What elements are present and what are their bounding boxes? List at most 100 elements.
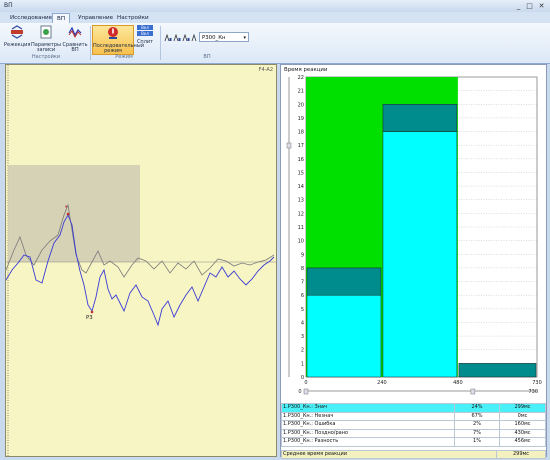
result-time: 160мс xyxy=(499,420,546,430)
y-tick-label: 11 xyxy=(298,225,304,231)
group-settings-label: Настройки xyxy=(31,54,61,60)
reaction-histogram[interactable]: 0123456789101112131415161718192021220 240… xyxy=(281,73,546,403)
result-name: 1.P300_Кн.: Знач xyxy=(281,403,455,413)
split-icon-top: Вкл xyxy=(137,25,153,30)
y-tick-label: 15 xyxy=(298,170,304,176)
peak-marker-top xyxy=(66,212,70,216)
sequential-mode-button[interactable]: Последовательный режим xyxy=(92,25,144,55)
x-tick-label: 240 xyxy=(377,380,387,386)
result-percent: 2% xyxy=(454,420,500,430)
peak-marker-label: ▾ xyxy=(65,205,68,210)
table-row[interactable]: 1.P300_Кн.: Ошибка 2% 160мс xyxy=(281,420,546,430)
tab-nastroiki[interactable]: Настройки xyxy=(113,13,153,23)
result-percent: 24% xyxy=(454,403,500,413)
result-time: 299мс xyxy=(499,403,546,413)
results-table[interactable]: 1.P300_Кн.: Знач 24% 299мс 1.P300_Кн.: Н… xyxy=(281,403,546,447)
bar-cyan[interactable] xyxy=(306,294,382,378)
compare-vp-icon xyxy=(68,26,82,39)
sequential-mode-icon xyxy=(108,27,118,39)
y-tick-label: 4 xyxy=(301,320,304,326)
average-row: Среднее время реакции 299мс xyxy=(281,449,546,459)
group-vp-label: ВП xyxy=(203,54,211,60)
x-range-start: 0 xyxy=(298,389,301,395)
x-range-end: 730 xyxy=(528,389,538,395)
y-tick-label: 19 xyxy=(298,116,304,122)
record-params-button[interactable]: Параметры записи xyxy=(31,25,61,54)
chevron-down-icon[interactable]: ▾ xyxy=(243,33,246,43)
p3-label: P3 xyxy=(86,315,93,321)
close-button[interactable]: ✕ xyxy=(537,2,546,10)
p3-marker xyxy=(90,310,94,314)
window-title: ВП xyxy=(4,2,13,9)
results-table-wrap: 1.P300_Кн.: Знач 24% 299мс 1.P300_Кн.: Н… xyxy=(281,403,546,459)
vp-tools xyxy=(164,33,198,43)
vp-tool-icons xyxy=(164,33,197,42)
result-percent: 67% xyxy=(454,411,500,421)
result-percent: 7% xyxy=(454,428,500,438)
rejection-button[interactable]: Режекция xyxy=(4,25,30,48)
x-tick-label: 480 xyxy=(453,380,463,386)
y-tick-label: 20 xyxy=(298,102,304,108)
average-table: Среднее время реакции 299мс xyxy=(281,449,546,460)
stimulus-select[interactable]: P300_Кн ▾ xyxy=(199,32,249,42)
bar-cyan[interactable] xyxy=(382,131,458,378)
maximize-button[interactable]: □ xyxy=(525,2,534,10)
y-tick-label: 6 xyxy=(301,293,304,299)
result-time: 456мс xyxy=(499,437,546,447)
split-icon: Вкл Вкл xyxy=(137,25,153,39)
tab-issledovanie[interactable]: Исследование xyxy=(6,13,56,23)
y-tick-label: 22 xyxy=(298,75,304,81)
bar-teal[interactable] xyxy=(306,267,382,296)
reaction-time-panel: Время реакции 0 1 2 3 4 5 6 7 8 9 10 11 12 13 14 15 16 17… xyxy=(280,64,547,459)
bar-teal[interactable] xyxy=(382,104,458,132)
y-tick-label: 12 xyxy=(298,211,304,217)
ribbon-separator xyxy=(160,26,161,60)
y-tick-label: 10 xyxy=(298,239,304,245)
y-slider-thumb[interactable] xyxy=(286,142,292,149)
result-time: 430мс xyxy=(499,428,546,438)
table-row[interactable]: 1.P300_Кн.: Разность 1% 456мс xyxy=(281,437,546,447)
average-label: Среднее время реакции xyxy=(281,449,497,459)
x-tick-label: 0 xyxy=(304,380,307,386)
result-name: 1.P300_Кн.: Ошибка xyxy=(281,420,455,430)
y-tick-label: 7 xyxy=(301,280,304,286)
stimulus-select-value: P300_Кн xyxy=(202,35,226,41)
x-slider-right-thumb[interactable] xyxy=(470,388,476,395)
x-slider-left-thumb[interactable] xyxy=(303,388,309,395)
y-tick-label: 5 xyxy=(301,307,304,313)
ribbon: Режекция Параметры записи Сравнить ВП На… xyxy=(0,23,550,64)
split-label: Сплит xyxy=(136,39,154,45)
ribbon-separator xyxy=(90,26,91,60)
y-tick-label: 1 xyxy=(301,361,304,367)
table-row[interactable]: 1.P300_Кн.: Незнач 67% 0мс xyxy=(281,411,546,421)
table-row[interactable]: 1.P300_Кн.: Поздно/рано 7% 430мс xyxy=(281,428,546,438)
y-tick-label: 14 xyxy=(298,184,304,190)
bar-teal[interactable] xyxy=(458,363,537,378)
average-value: 299мс xyxy=(496,449,546,459)
eeg-plot[interactable] xyxy=(6,65,276,456)
y-tick-label: 9 xyxy=(301,252,304,258)
analysis-window xyxy=(8,165,140,262)
result-percent: 1% xyxy=(454,437,500,447)
split-button[interactable]: Вкл Вкл Сплит xyxy=(134,25,156,46)
y-tick-label: 3 xyxy=(301,334,304,340)
compare-vp-button[interactable]: Сравнить ВП xyxy=(62,25,88,54)
result-name: 1.P300_Кн.: Поздно/рано xyxy=(281,428,455,438)
minimize-button[interactable]: _ xyxy=(514,2,523,10)
table-row[interactable]: 1.P300_Кн.: Знач 24% 299мс xyxy=(281,403,546,413)
record-params-label: Параметры записи xyxy=(31,41,61,53)
y-tick-label: 18 xyxy=(298,130,304,136)
eeg-panel[interactable]: F4-A2 ▾ P3 xyxy=(5,64,277,457)
sequential-mode-label: Последовательный режим xyxy=(93,42,144,54)
x-tick-label: 730 xyxy=(532,380,542,386)
record-params-icon xyxy=(40,25,52,39)
rejection-icon xyxy=(11,25,23,39)
result-time: 0мс xyxy=(499,411,546,421)
tab-upravlenie[interactable]: Управление xyxy=(74,13,117,23)
y-tick-label: 8 xyxy=(301,266,304,272)
split-icon-bottom: Вкл xyxy=(137,31,153,36)
y-tick-label: 13 xyxy=(298,198,304,204)
group-mode-label: Режим xyxy=(115,54,133,60)
rejection-label: Режекция xyxy=(4,41,31,48)
y-tick-label: 16 xyxy=(298,157,304,163)
